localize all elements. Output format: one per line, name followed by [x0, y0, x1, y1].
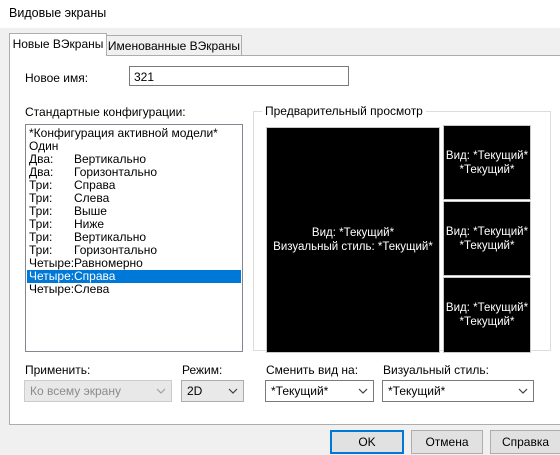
viewport-small-1-style: *Текущий*	[459, 163, 515, 176]
viewport-main-view: Вид: *Текущий*	[311, 227, 395, 239]
change-view-label: Сменить вид на:	[266, 363, 359, 377]
viewport-small-2-view: Вид: *Текущий*	[445, 225, 529, 238]
visual-style-value: *Текущий*	[388, 384, 446, 398]
configs-listbox[interactable]: *Конфигурация активной модели* Один Два:…	[25, 124, 243, 352]
viewport-small-3-view: Вид: *Текущий*	[445, 302, 529, 314]
change-view-select[interactable]: *Текущий*	[265, 380, 374, 402]
visual-style-select[interactable]: *Текущий*	[382, 380, 534, 402]
viewport-small-3[interactable]: Вид: *Текущий* *Текущий*	[443, 277, 531, 353]
help-button[interactable]: Справка	[490, 430, 560, 454]
ok-button[interactable]: OK	[330, 430, 404, 454]
list-item[interactable]: Два: Горизонтально	[27, 166, 241, 179]
tab-new-viewports[interactable]: Новые ВЭкраны	[9, 33, 107, 56]
list-item[interactable]: *Конфигурация активной модели*	[27, 127, 241, 140]
new-name-input[interactable]: 321	[129, 66, 349, 86]
viewport-main-style: Визуальный стиль: *Текущий*	[273, 241, 433, 253]
viewport-small-2-style: *Текущий*	[459, 239, 515, 252]
preview-label: Предварительный просмотр	[262, 104, 426, 118]
chevron-down-icon	[518, 381, 528, 401]
cancel-button[interactable]: Отмена	[411, 430, 483, 454]
list-item[interactable]: Три: Справа	[27, 179, 241, 192]
viewport-small-1[interactable]: Вид: *Текущий* *Текущий*	[443, 125, 531, 200]
chevron-down-icon	[228, 381, 238, 401]
list-item[interactable]: Три: Слева	[27, 192, 241, 205]
apply-value: Ко всему экрану	[30, 384, 121, 398]
new-name-label: Новое имя:	[25, 71, 89, 85]
configs-label: Стандартные конфигурации:	[25, 105, 186, 119]
viewport-small-3-style: *Текущий*	[459, 316, 515, 328]
list-item[interactable]: Четыре: Слева	[27, 283, 241, 296]
apply-label: Применить:	[25, 363, 91, 377]
viewport-small-1-view: Вид: *Текущий*	[445, 149, 529, 162]
viewport-small-2[interactable]: Вид: *Текущий* *Текущий*	[443, 201, 531, 276]
visual-style-label: Визуальный стиль:	[383, 363, 489, 377]
chevron-down-icon	[156, 381, 166, 401]
mode-label: Режим:	[182, 363, 223, 377]
apply-select[interactable]: Ко всему экрану	[24, 380, 172, 402]
list-item[interactable]: Три: Выше	[27, 205, 241, 218]
change-view-value: *Текущий*	[271, 384, 329, 398]
mode-select[interactable]: 2D	[181, 380, 244, 402]
window-title: Видовые экраны	[9, 6, 107, 20]
viewport-main[interactable]: Вид: *Текущий* Визуальный стиль: *Текущи…	[266, 127, 440, 353]
tab-named-viewports[interactable]: Именованные ВЭкраны	[106, 35, 242, 56]
mode-value: 2D	[187, 384, 203, 398]
chevron-down-icon	[358, 381, 368, 401]
